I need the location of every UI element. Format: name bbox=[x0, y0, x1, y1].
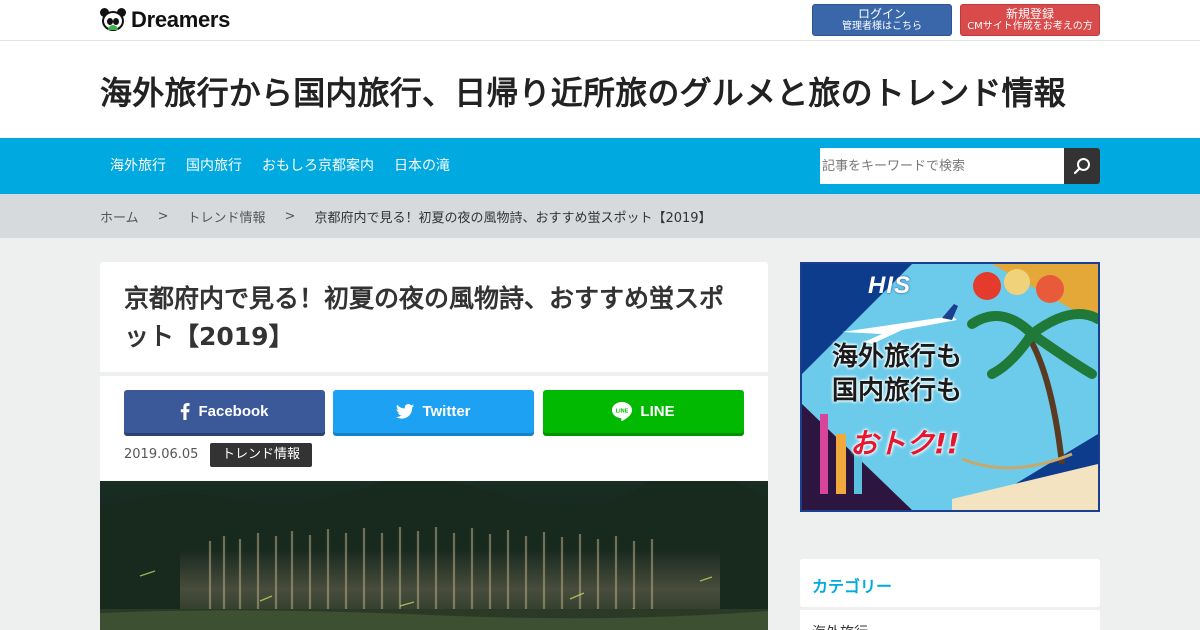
line-icon: LINE bbox=[612, 402, 633, 421]
svg-text:LINE: LINE bbox=[616, 409, 629, 415]
twitter-icon bbox=[396, 404, 415, 419]
article-header: 京都府内で見る！初夏の夜の風物詩、おすすめ蛍スポット【2019】 bbox=[100, 262, 768, 372]
main-nav: 海外旅行 国内旅行 おもしろ京都案内 日本の滝 bbox=[0, 138, 1200, 194]
ad-text-line: おトク!! bbox=[850, 427, 960, 460]
his-ad-banner[interactable]: HIS 海外旅行も 国内旅行も おトク!! bbox=[800, 262, 1100, 512]
sidebar-category-box: カテゴリー bbox=[800, 559, 1100, 607]
line-share-label: LINE bbox=[640, 403, 675, 420]
line-share-button[interactable]: LINE LINE bbox=[543, 390, 744, 433]
top-bar: Dreamers ログイン 管理者様はこちら 新規登録 CMサイト作成をお考えの… bbox=[0, 0, 1200, 41]
article-hero-image bbox=[100, 481, 768, 630]
register-button[interactable]: 新規登録 CMサイト作成をお考えの方 bbox=[960, 4, 1100, 36]
site-header: 海外旅行から国内旅行、日帰り近所旅のグルメと旅のトレンド情報 bbox=[0, 41, 1200, 138]
breadcrumb: ホーム > トレンド情報 > 京都府内で見る！初夏の夜の風物詩、おすすめ蛍スポッ… bbox=[0, 194, 1200, 238]
register-button-label: 新規登録 bbox=[1005, 7, 1054, 21]
nav-item-domestic-travel[interactable]: 国内旅行 bbox=[176, 138, 252, 194]
search-icon bbox=[1073, 158, 1090, 175]
site-title[interactable]: 海外旅行から国内旅行、日帰り近所旅のグルメと旅のトレンド情報 bbox=[100, 68, 1066, 114]
login-button-sublabel: 管理者様はこちら bbox=[842, 21, 922, 32]
search-box bbox=[820, 148, 1100, 184]
ad-brand: HIS bbox=[868, 272, 912, 299]
ad-text-line: 国内旅行も bbox=[832, 376, 963, 406]
facebook-share-label: Facebook bbox=[198, 403, 269, 420]
login-button-label: ログイン bbox=[857, 7, 906, 21]
twitter-share-label: Twitter bbox=[422, 403, 471, 420]
sidebar-category-heading: カテゴリー bbox=[812, 577, 893, 596]
breadcrumb-current: 京都府内で見る！初夏の夜の風物詩、おすすめ蛍スポット【2019】 bbox=[314, 210, 712, 226]
facebook-icon bbox=[181, 403, 191, 420]
search-button[interactable] bbox=[1064, 148, 1100, 184]
breadcrumb-home[interactable]: ホーム bbox=[100, 207, 139, 226]
category-badge[interactable]: トレンド情報 bbox=[210, 443, 313, 467]
breadcrumb-separator: > bbox=[284, 208, 296, 224]
register-button-sublabel: CMサイト作成をお考えの方 bbox=[967, 21, 1093, 32]
nav-item-overseas-travel[interactable]: 海外旅行 bbox=[100, 138, 176, 194]
twitter-share-button[interactable]: Twitter bbox=[333, 390, 534, 433]
article-meta: Facebook Twitter LINE LINE 2019.06.05 トレ… bbox=[100, 376, 768, 481]
login-button[interactable]: ログイン 管理者様はこちら bbox=[812, 4, 952, 36]
sidebar-category-item[interactable]: 海外旅行 bbox=[812, 622, 868, 630]
facebook-share-button[interactable]: Facebook bbox=[124, 390, 325, 433]
sidebar-category-list: 海外旅行 bbox=[800, 610, 1100, 630]
nav-item-kyoto-guide[interactable]: おもしろ京都案内 bbox=[252, 138, 384, 194]
panda-logo-icon bbox=[100, 8, 126, 32]
article-title: 京都府内で見る！初夏の夜の風物詩、おすすめ蛍スポット【2019】 bbox=[124, 284, 725, 351]
logo-text: Dreamers bbox=[131, 7, 231, 32]
site-logo[interactable]: Dreamers bbox=[100, 7, 230, 33]
breadcrumb-separator: > bbox=[157, 208, 169, 224]
breadcrumb-list: ホーム > トレンド情報 > 京都府内で見る！初夏の夜の風物詩、おすすめ蛍スポッ… bbox=[100, 194, 712, 238]
publish-date: 2019.06.05 bbox=[124, 447, 199, 462]
breadcrumb-category[interactable]: トレンド情報 bbox=[188, 207, 266, 226]
nav-item-japan-waterfalls[interactable]: 日本の滝 bbox=[384, 138, 460, 194]
nav-list: 海外旅行 国内旅行 おもしろ京都案内 日本の滝 bbox=[100, 138, 460, 194]
ad-text-line: 海外旅行も bbox=[832, 342, 963, 372]
search-input[interactable] bbox=[820, 148, 1064, 184]
